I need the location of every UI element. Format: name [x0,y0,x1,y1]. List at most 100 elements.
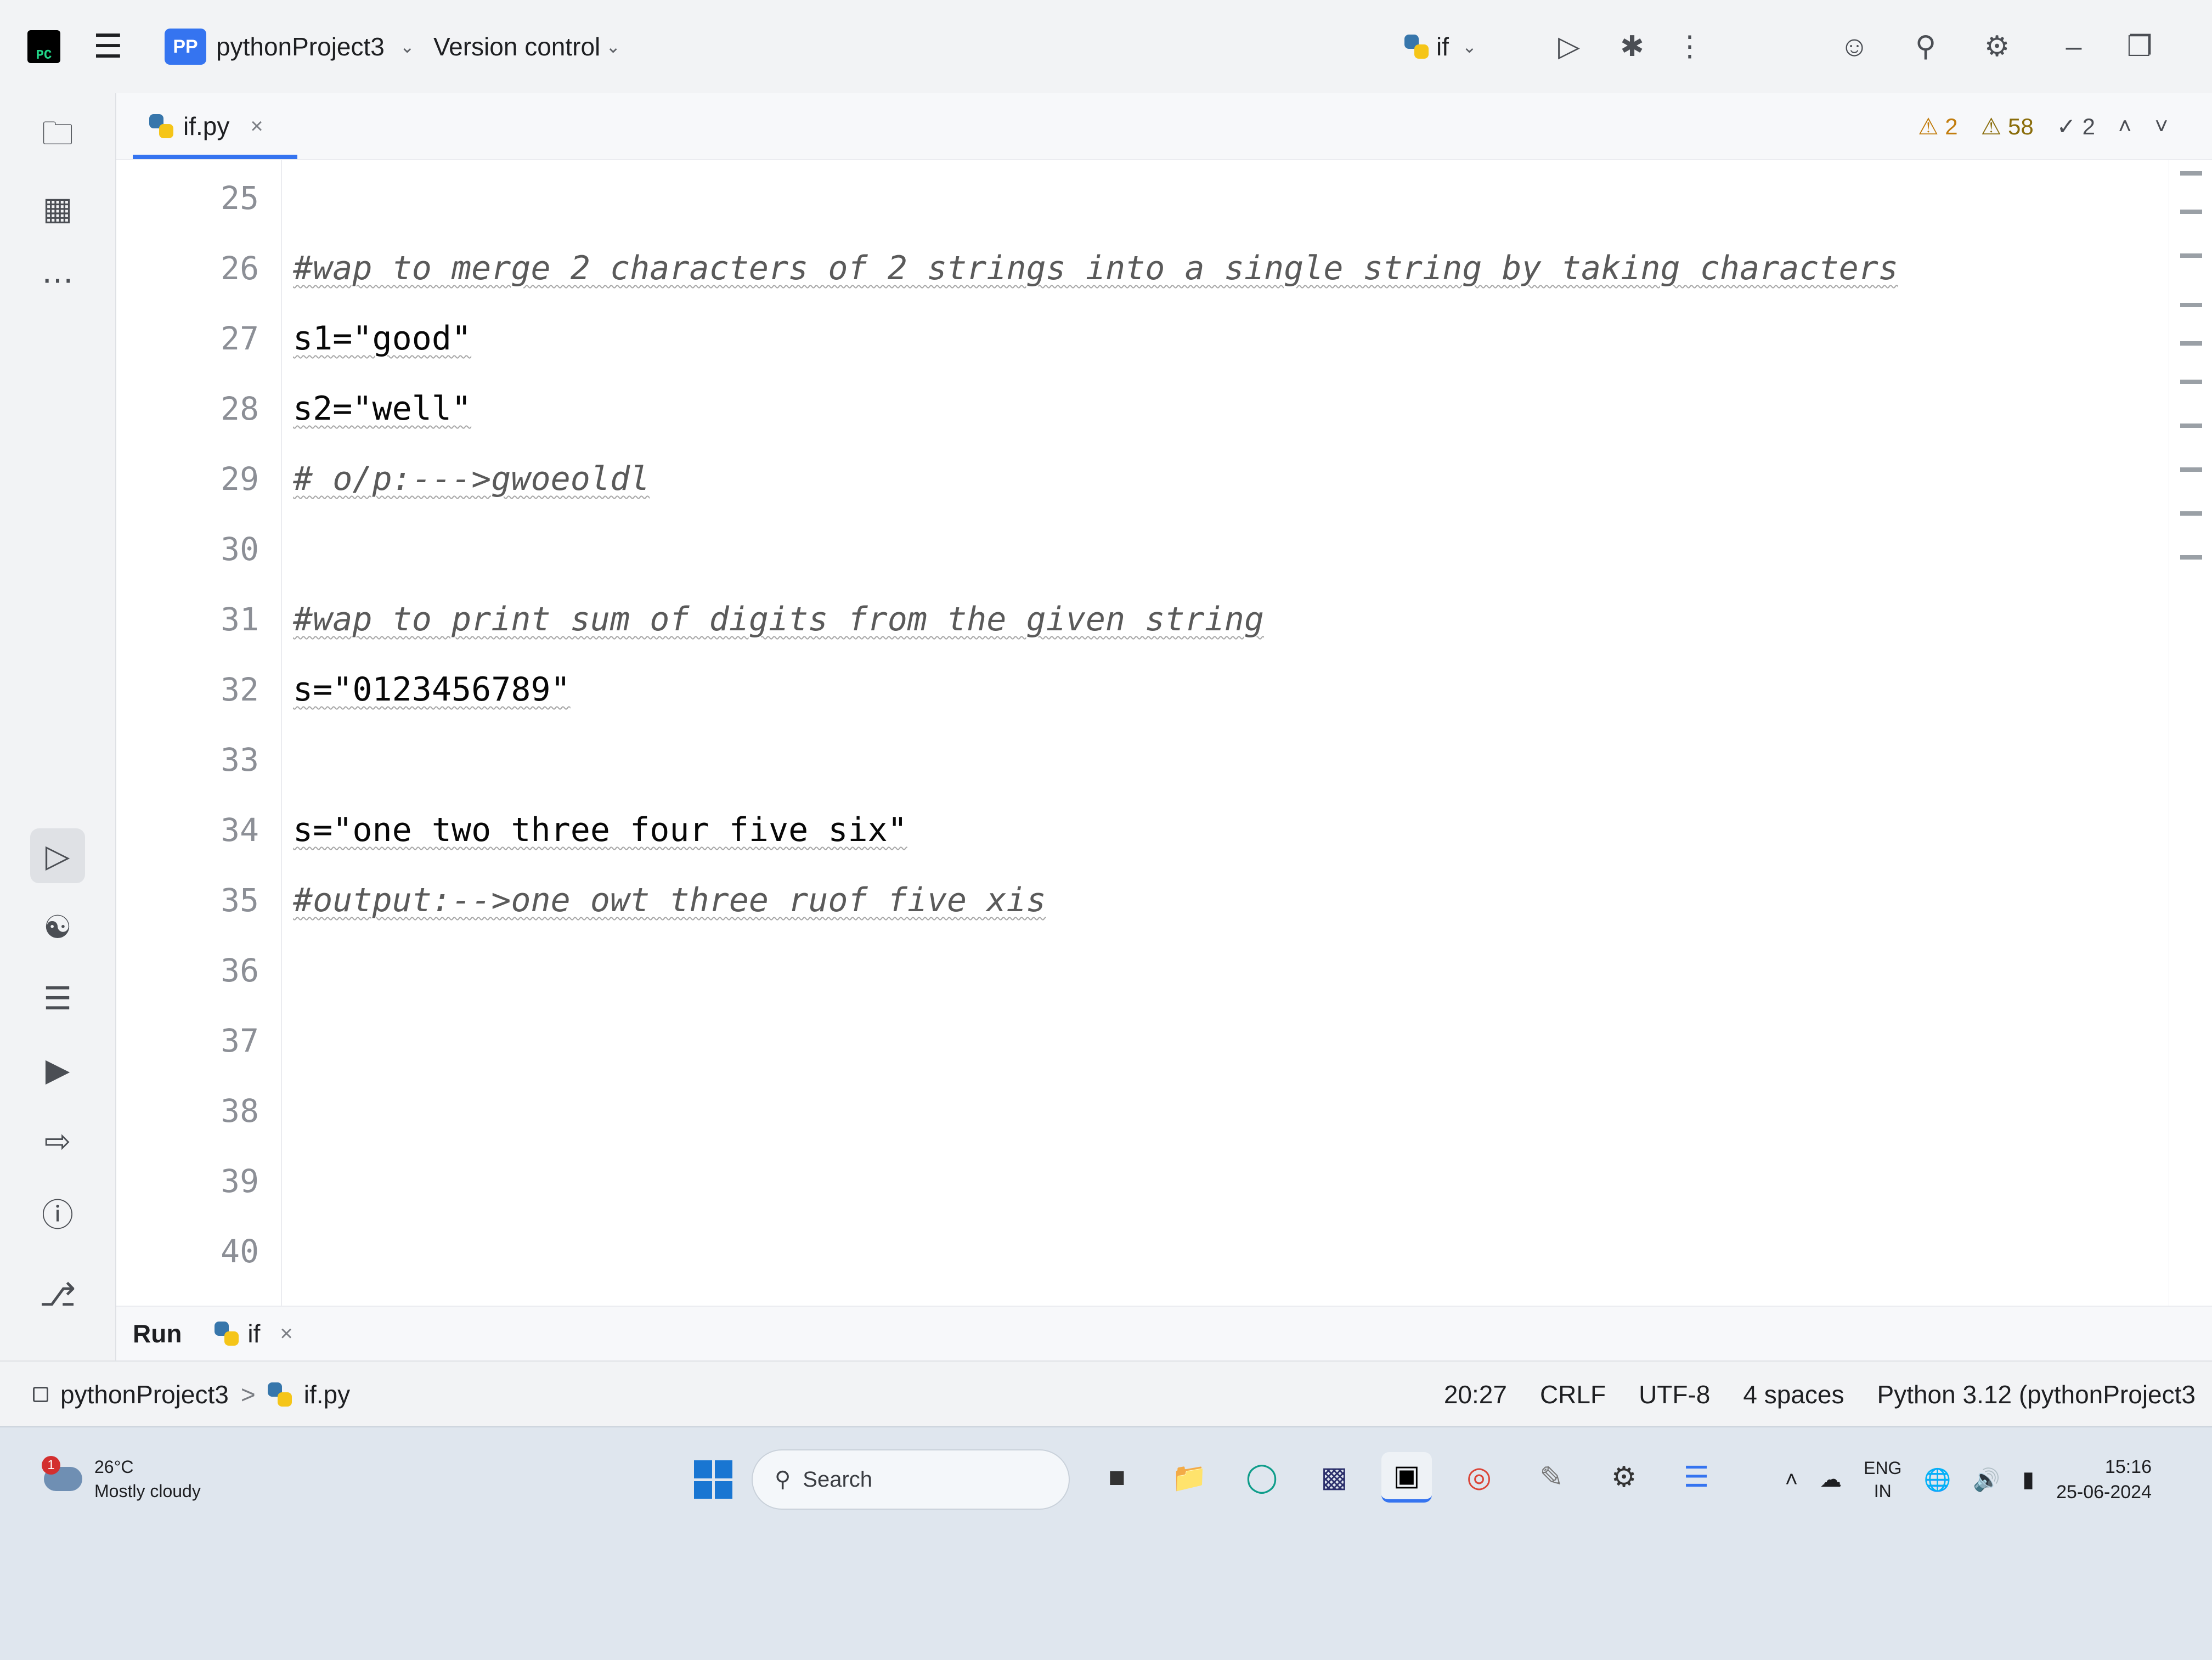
line-separator[interactable]: CRLF [1540,1380,1606,1409]
notepad-icon[interactable]: ☰ [1671,1452,1722,1503]
volume-icon[interactable]: 🔊 [1973,1467,2000,1493]
code-line[interactable]: s="0123456789" [282,663,2169,716]
code-line[interactable] [282,1084,2169,1138]
project-folder-icon[interactable]: 🗀 [30,110,85,165]
code-line[interactable]: #wap to print sum of digits from the giv… [282,592,2169,646]
code-line[interactable] [282,944,2169,997]
file-explorer-icon[interactable]: 📁 [1164,1452,1215,1503]
main-menu-button[interactable]: ☰ [93,0,123,93]
task-view-icon[interactable]: ■ [1092,1452,1142,1503]
stripe-mark[interactable] [2180,171,2202,176]
structure-icon[interactable]: ▦ [30,181,85,236]
code-line[interactable]: s1="good" [282,312,2169,365]
taskbar-search[interactable]: ⚲ Search [752,1449,1070,1510]
settings-app-icon[interactable]: ⚙ [1599,1452,1649,1503]
error-stripe[interactable] [2169,160,2212,1306]
gutter-row[interactable]: 39 [116,1154,281,1208]
chrome-icon[interactable]: ◎ [1454,1452,1504,1503]
prev-highlight-icon[interactable]: ˄ [2118,113,2132,139]
pycharm-logo-icon[interactable]: PC [27,30,60,63]
gutter-row[interactable]: 31 [116,592,281,646]
tab-if-py[interactable]: if.py × [133,93,297,159]
edge-browser-icon[interactable]: ◯ [1237,1452,1287,1503]
gutter-row[interactable]: 36 [116,944,281,997]
gutter-row[interactable]: 38 [116,1084,281,1138]
show-hidden-icons-chevron-icon[interactable]: ˄ [1785,1467,1798,1492]
file-encoding[interactable]: UTF-8 [1639,1380,1710,1409]
code-line[interactable]: #wap to merge 2 characters of 2 strings … [282,241,2169,295]
stripe-mark[interactable] [2180,467,2202,472]
run-tool-icon[interactable]: ▷ [30,828,85,883]
battery-icon[interactable]: ▮ [2022,1467,2034,1492]
code-line[interactable] [282,522,2169,576]
error-count[interactable]: ⚠ 2 [1918,113,1958,140]
breadcrumb-project[interactable]: pythonProject3 [60,1380,229,1409]
more-actions-icon[interactable]: ⋮ [1668,25,1712,69]
stripe-mark[interactable] [2180,303,2202,307]
version-control-menu[interactable]: Version control ⌄ [433,0,620,93]
more-tools-icon[interactable]: ⋯ [30,252,85,307]
debug-icon[interactable]: ✱ [1610,25,1654,69]
inspection-widget[interactable]: ⚠ 2 ⚠ 58 ✓ 2 ˄ ˅ [1918,93,2168,159]
search-icon[interactable]: ⚲ [1904,25,1948,69]
onedrive-icon[interactable]: ☁ [1820,1467,1842,1492]
stripe-mark[interactable] [2180,253,2202,258]
language-indicator[interactable]: ENG IN [1864,1456,1901,1503]
services-icon[interactable]: ▶ [30,1042,85,1097]
gutter-row[interactable]: 40 [116,1224,281,1278]
code-line[interactable]: # o/p:--->gwoeoldl [282,452,2169,506]
settings-gear-icon[interactable]: ⚙ [1975,25,2019,69]
weak-warning-count[interactable]: ✓ 2 [2057,113,2095,140]
gutter-row[interactable]: 30 [116,522,281,576]
weather-widget[interactable]: 1 26°C Mostly cloudy [42,1455,201,1503]
stripe-mark[interactable] [2180,380,2202,384]
close-tab-icon[interactable]: × [250,114,263,139]
code-line[interactable] [282,1224,2169,1278]
pycharm-taskbar-icon[interactable]: ▣ [1381,1452,1432,1503]
layers-icon[interactable]: ☰ [30,971,85,1026]
stripe-mark[interactable] [2180,210,2202,214]
stripe-mark[interactable] [2180,555,2202,560]
indent-setting[interactable]: 4 spaces [1743,1380,1844,1409]
gutter-row[interactable]: 35 [116,873,281,927]
gutter-row[interactable]: 37 [116,1014,281,1068]
code-line[interactable]: #output:-->one owt three ruof five xis [282,873,2169,927]
caret-position[interactable]: 20:27 [1444,1380,1507,1409]
restore-icon[interactable]: ❐ [2118,25,2162,69]
run-tab-if[interactable]: if × [215,1319,293,1348]
code-line[interactable] [282,171,2169,225]
python-console-icon[interactable]: ☯ [30,900,85,955]
gutter-row[interactable]: 32 [116,663,281,716]
code-editor[interactable]: #wap to merge 2 characters of 2 strings … [282,160,2169,1306]
clock[interactable]: 15:16 25-06-2024 [2056,1454,2152,1505]
stripe-mark[interactable] [2180,511,2202,516]
minimize-icon[interactable]: – [2052,25,2096,69]
gutter-row[interactable]: 28 [116,382,281,436]
terminal-icon[interactable]: ⇨ [30,1114,85,1168]
gutter-row[interactable]: 25 [116,171,281,225]
code-line[interactable] [282,1154,2169,1208]
gutter-row[interactable]: 26 [116,241,281,295]
gutter-row[interactable]: 33 [116,733,281,787]
project-selector[interactable]: PP pythonProject3 ⌄ [165,0,415,93]
stripe-mark[interactable] [2180,341,2202,346]
problems-icon[interactable]: ⓘ [30,1185,85,1240]
run-icon[interactable]: ▷ [1547,25,1591,69]
code-line[interactable] [282,1014,2169,1068]
code-line[interactable]: s2="well" [282,382,2169,436]
warning-count[interactable]: ⚠ 58 [1981,113,2034,140]
gutter-row[interactable]: 29 [116,452,281,506]
windows-start-icon[interactable] [694,1460,732,1499]
git-icon[interactable]: ⎇ [30,1267,85,1322]
network-globe-icon[interactable]: 🌐 [1923,1467,1951,1493]
add-user-icon[interactable]: ☺ [1832,25,1876,69]
breadcrumb-file[interactable]: if.py [304,1380,350,1409]
python-interpreter[interactable]: Python 3.12 (pythonProject3 [1877,1380,2196,1409]
code-line[interactable]: s="one two three four five six" [282,803,2169,857]
run-label[interactable]: Run [133,1319,182,1348]
store-icon[interactable]: ▩ [1309,1452,1359,1503]
run-config-selector[interactable]: if ⌄ [1404,0,1477,93]
close-run-tab-icon[interactable]: × [280,1322,292,1346]
gutter-row[interactable]: 34 [116,803,281,857]
code-line[interactable] [282,733,2169,787]
